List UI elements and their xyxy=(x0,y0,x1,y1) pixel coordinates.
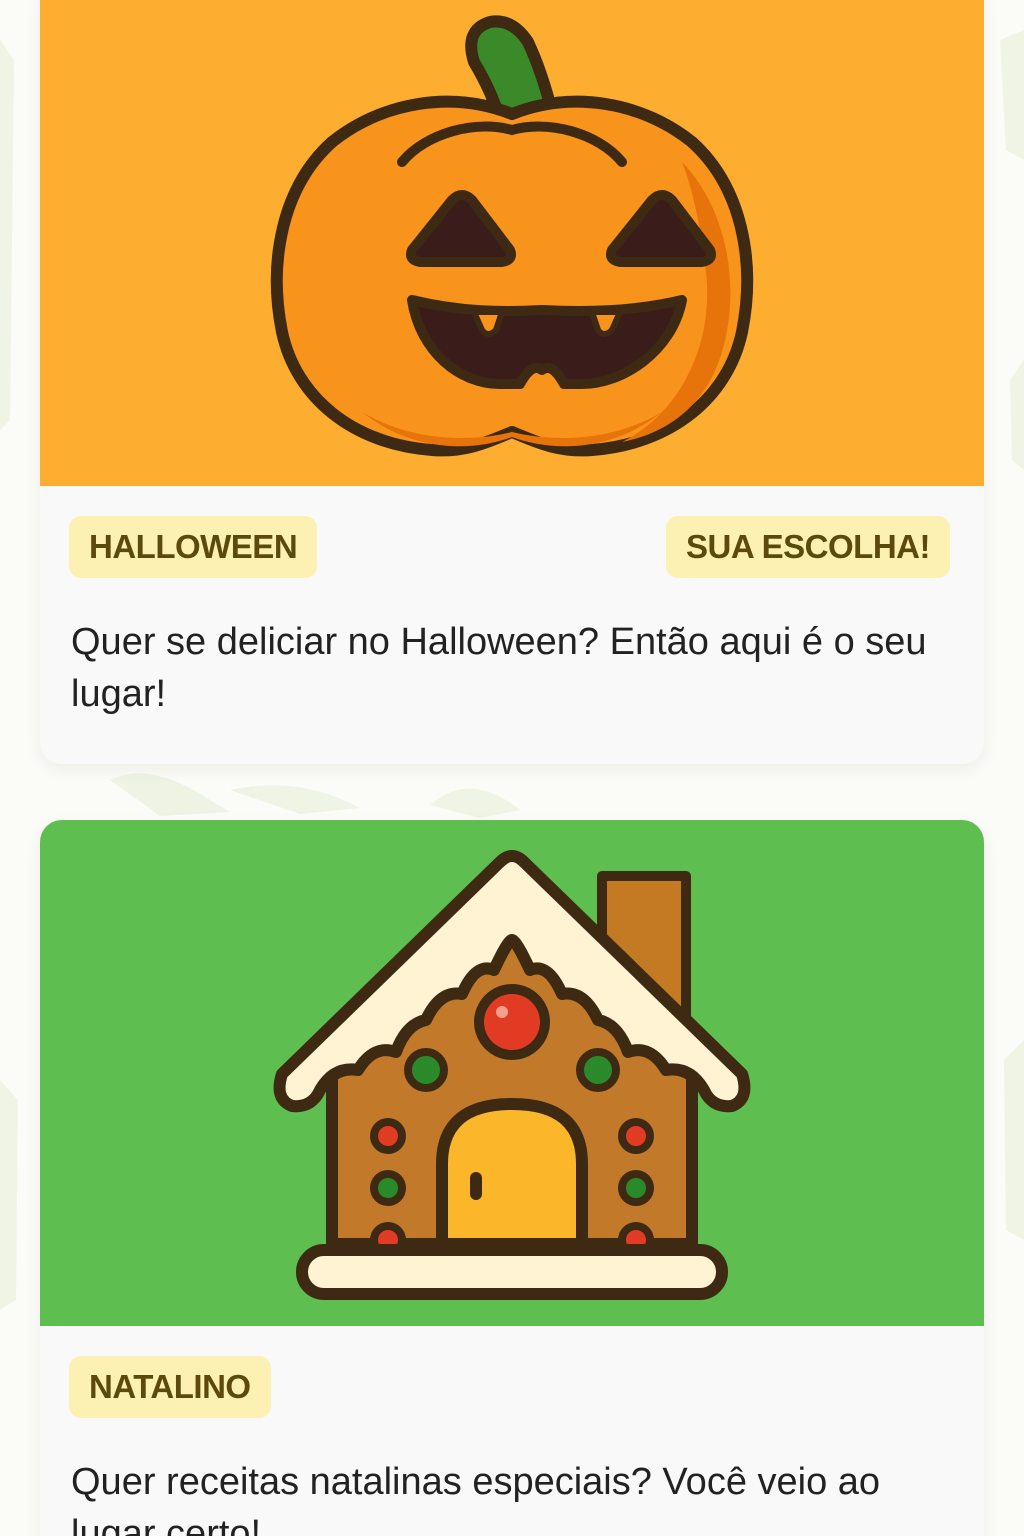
halloween-card[interactable]: HALLOWEEN SUA ESCOLHA! Quer se deliciar … xyxy=(40,0,984,764)
category-tag: HALLOWEEN xyxy=(69,516,318,578)
screen: HALLOWEEN SUA ESCOLHA! Quer se deliciar … xyxy=(0,0,1024,1536)
card-description: Quer receitas natalinas especiais? Você … xyxy=(71,1461,881,1536)
halloween-tags: HALLOWEEN SUA ESCOLHA! xyxy=(40,516,984,578)
halloween-hero xyxy=(40,0,984,486)
jack-o-lantern-icon xyxy=(270,15,754,457)
gingerbread-house-icon xyxy=(273,850,751,1300)
natalino-card[interactable]: NATALINO Quer receitas natalinas especia… xyxy=(40,820,984,1536)
natalino-hero xyxy=(40,820,984,1326)
natalino-tags: NATALINO xyxy=(40,1356,984,1418)
card-description: Quer se deliciar no Halloween? Então aqu… xyxy=(71,621,927,715)
category-tag: NATALINO xyxy=(69,1356,271,1418)
featured-badge: SUA ESCOLHA! xyxy=(666,516,950,578)
